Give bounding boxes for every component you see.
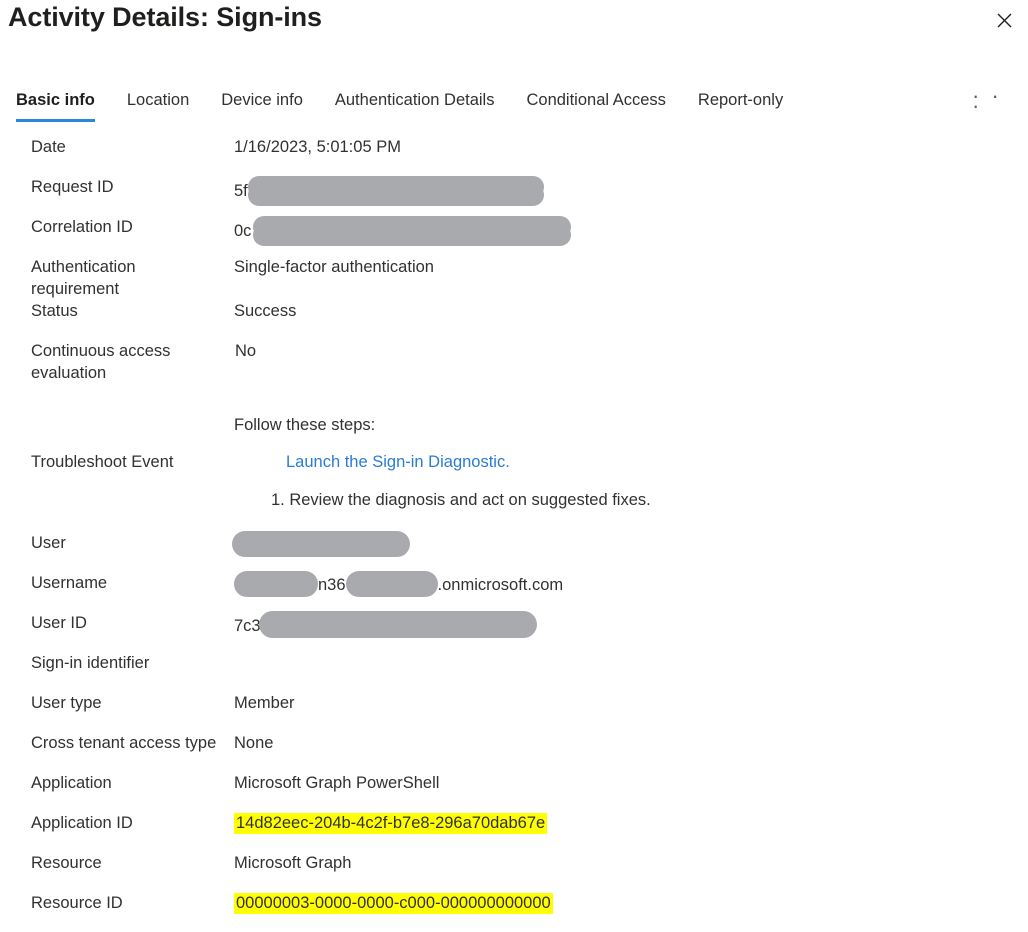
detail-row-application: Application Microsoft Graph PowerShell <box>0 772 1028 812</box>
detail-row-cross-tenant-access-type: Cross tenant access type None <box>0 732 1028 772</box>
detail-value-date: 1/16/2023, 5:01:05 PM <box>234 138 401 156</box>
detail-label: User ID <box>31 614 87 632</box>
tab-label: Basic info <box>16 91 95 109</box>
redaction-mark <box>345 571 438 597</box>
more-options-icon[interactable]: · · · <box>972 85 1006 117</box>
detail-label: Correlation ID <box>31 218 133 236</box>
detail-label: Cross tenant access type <box>31 734 217 752</box>
redaction-mark <box>247 176 544 206</box>
detail-value-signin-identifier <box>227 652 1028 674</box>
detail-value-application-id: 14d82eec-204b-4c2f-b7e8-296a70dab67e <box>227 812 1028 834</box>
redaction-mark <box>258 611 537 638</box>
troubleshoot-body: Follow these steps: Launch the Sign-in D… <box>227 414 1028 511</box>
tab-label: Authentication Details <box>334 91 495 109</box>
redaction-mark <box>253 216 572 246</box>
tab-authentication-details[interactable]: Authentication Details <box>319 88 511 122</box>
detail-row-continuous-access-evaluation: Continuous access evaluation No <box>0 340 1028 384</box>
panel-header: Activity Details: Sign-ins <box>0 0 1028 58</box>
detail-value-prefix: 7c3 <box>234 616 261 635</box>
detail-row-correlation-id: Correlation ID 0c <box>0 216 1028 256</box>
detail-label: Resource <box>31 854 102 872</box>
troubleshoot-step-1: 1. Review the diagnosis and act on sugge… <box>271 490 651 509</box>
detail-value-resource: Microsoft Graph <box>234 854 352 872</box>
detail-row-resource-id: Resource ID 00000003-0000-0000-c000-0000… <box>0 892 1028 932</box>
detail-row-request-id: Request ID 5f <box>0 176 1028 216</box>
tab-conditional-access[interactable]: Conditional Access <box>510 88 681 122</box>
tab-basic-info[interactable]: Basic info <box>16 88 111 122</box>
tab-label: Conditional Access <box>526 91 666 109</box>
detail-row-user: User <box>0 531 1028 572</box>
tab-device-info[interactable]: Device info <box>205 88 319 122</box>
detail-label: User <box>31 534 66 552</box>
tab-report-only[interactable]: Report-only <box>682 88 799 122</box>
detail-row-username: Username n36 .onmicrosoft.com <box>0 571 1028 612</box>
detail-value-username: n36 .onmicrosoft.com <box>227 571 1028 598</box>
detail-label: Status <box>31 302 78 320</box>
detail-label: Troubleshoot Event <box>31 453 174 471</box>
detail-row-auth-requirement: Authentication requirement Single-factor… <box>0 256 1028 300</box>
troubleshoot-intro: Follow these steps: <box>234 415 376 434</box>
tab-list: Basic info Location Device info Authenti… <box>16 88 799 122</box>
detail-row-user-id: User ID 7c3 <box>0 611 1028 652</box>
redaction-mark <box>234 571 318 597</box>
resource-id-highlight: 00000003-0000-0000-c000-000000000000 <box>234 893 553 914</box>
tab-bar: Basic info Location Device info Authenti… <box>0 85 1028 134</box>
launch-signin-diagnostic-link[interactable]: Launch the Sign-in Diagnostic. <box>286 453 510 471</box>
redaction-mark <box>232 531 410 557</box>
detail-label: User type <box>31 694 102 712</box>
detail-row-date: Date 1/16/2023, 5:01:05 PM <box>0 136 1028 176</box>
page-title: Activity Details: Sign-ins <box>8 2 322 32</box>
detail-value-request-id: 5f <box>227 176 1028 206</box>
detail-label: Date <box>31 138 66 156</box>
close-button[interactable] <box>988 4 1020 36</box>
basic-info-detail-list: Date 1/16/2023, 5:01:05 PM Request ID 5f… <box>0 134 1028 932</box>
detail-row-application-id: Application ID 14d82eec-204b-4c2f-b7e8-2… <box>0 812 1028 852</box>
detail-label: Continuous access evaluation <box>31 342 171 382</box>
status-badge: Success <box>234 302 297 320</box>
detail-value-resource-id: 00000003-0000-0000-c000-000000000000 <box>227 892 1028 914</box>
detail-value-user <box>227 531 1028 558</box>
close-icon <box>997 13 1012 28</box>
troubleshoot-link-wrap: Launch the Sign-in Diagnostic. <box>234 453 1028 472</box>
tab-location[interactable]: Location <box>111 88 205 122</box>
detail-value-auth-requirement: Single-factor authentication <box>234 258 434 276</box>
detail-label: Application <box>31 774 112 792</box>
detail-label: Sign-in identifier <box>31 654 150 672</box>
tab-active-indicator <box>16 119 95 122</box>
detail-value-user-id: 7c3 <box>227 611 1028 639</box>
username-visible-segment: n36 <box>318 576 346 594</box>
detail-row-user-type: User type Member <box>0 692 1028 732</box>
detail-label: Application ID <box>31 814 133 832</box>
detail-label: Request ID <box>31 178 114 196</box>
application-id-highlight: 14d82eec-204b-4c2f-b7e8-296a70dab67e <box>234 813 548 834</box>
detail-row-resource: Resource Microsoft Graph <box>0 852 1028 892</box>
tab-label: Device info <box>221 91 303 109</box>
detail-row-troubleshoot-event: Troubleshoot Event Follow these steps: L… <box>0 406 1028 518</box>
detail-value-application: Microsoft Graph PowerShell <box>234 774 440 792</box>
detail-value-prefix: 0c <box>234 222 252 240</box>
tab-label: Location <box>126 91 190 109</box>
detail-label: Authentication requirement <box>31 258 136 298</box>
detail-value-cross-tenant-access-type: None <box>234 734 274 752</box>
tab-label: Report-only <box>697 91 784 109</box>
detail-value-correlation-id: 0c <box>227 216 1028 246</box>
detail-value-prefix: 5f <box>234 182 248 200</box>
detail-value-continuous-access-evaluation: No <box>235 342 257 360</box>
detail-value-user-type: Member <box>234 694 295 712</box>
detail-row-signin-identifier: Sign-in identifier <box>0 652 1028 692</box>
detail-label: Resource ID <box>31 894 123 912</box>
detail-row-status: Status Success <box>0 300 1028 340</box>
username-domain-segment: .onmicrosoft.com <box>437 576 564 594</box>
detail-label: Username <box>31 574 108 592</box>
